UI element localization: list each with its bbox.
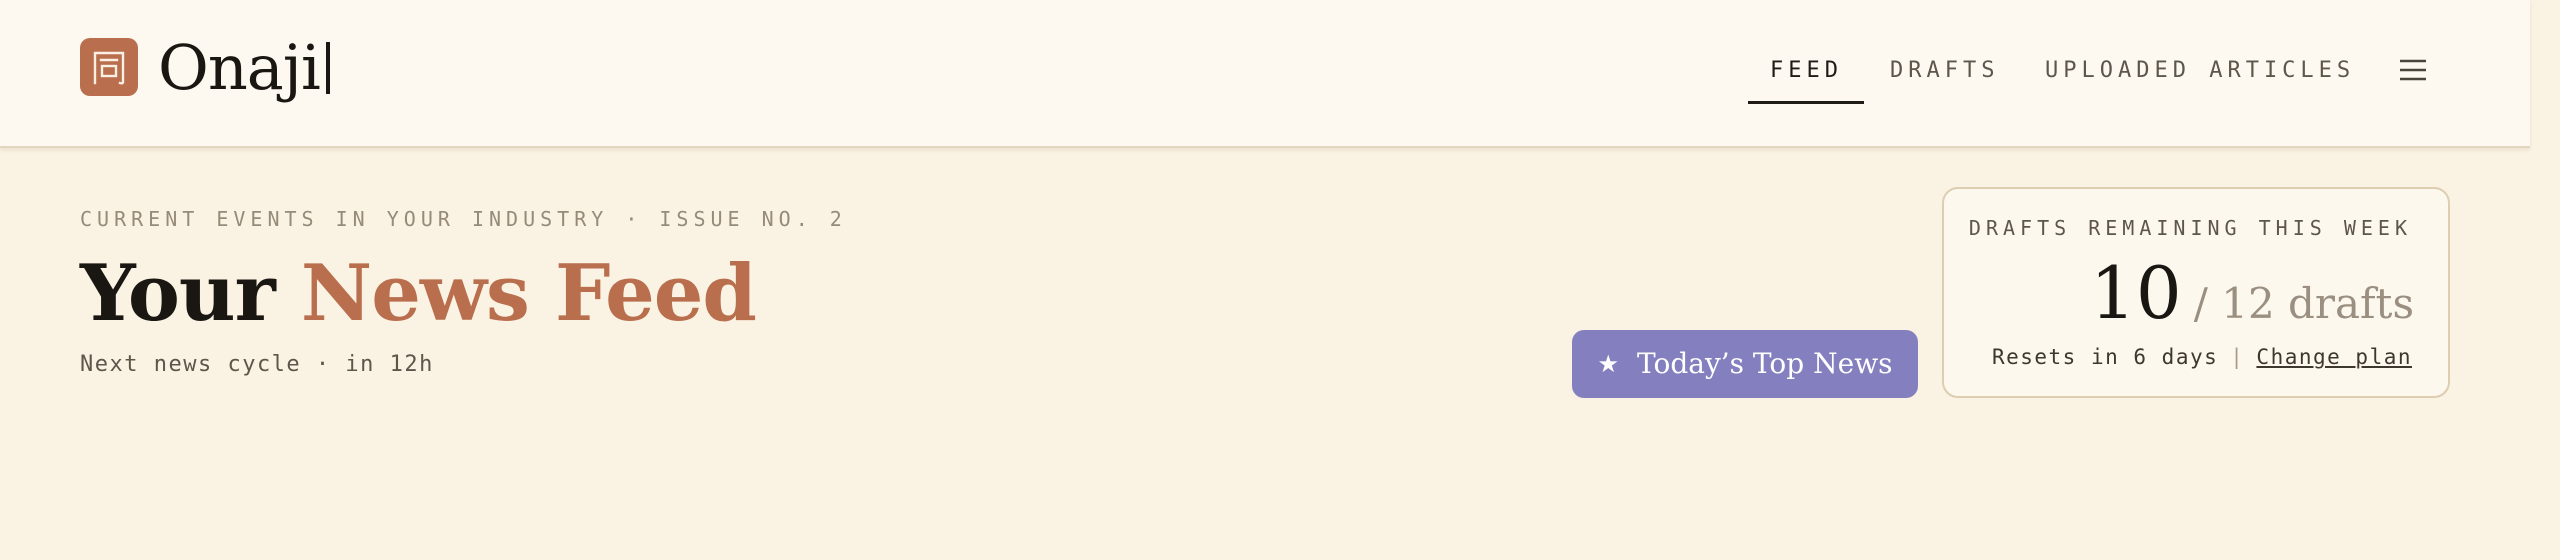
logo-icon[interactable] [80, 38, 138, 96]
nav-tab-drafts[interactable]: DRAFTS [1890, 56, 1999, 86]
star-icon: ★ [1597, 350, 1619, 378]
drafts-total: / 12 drafts [2193, 279, 2414, 328]
footer-separator: | [2230, 345, 2245, 369]
hamburger-menu-icon [2400, 59, 2426, 81]
next-cycle-text: Next news cycle · in 12h [80, 352, 434, 377]
nav-tab-feed[interactable]: FEED [1770, 56, 1843, 86]
issue-eyebrow: CURRENT EVENTS IN YOUR INDUSTRY · ISSUE … [80, 207, 847, 231]
brand-name[interactable]: Onaji [158, 26, 321, 110]
todays-top-news-label: Today’s Top News [1636, 347, 1893, 380]
hamburger-menu-button[interactable] [2396, 50, 2430, 90]
drafts-footer: Resets in 6 days | Change plan [1992, 343, 2412, 371]
change-plan-link[interactable]: Change plan [2256, 343, 2412, 371]
reset-text: Resets in 6 days [1991, 345, 2219, 369]
page-title-accent: News Feed [300, 248, 757, 339]
todays-top-news-button[interactable]: ★ Today’s Top News [1572, 330, 1918, 398]
drafts-caption: DRAFTS REMAINING THIS WEEK [1968, 216, 2412, 240]
nav-active-indicator [1748, 101, 1864, 104]
page-title-plain: Your [80, 248, 276, 339]
page-title: Your News Feed [80, 244, 757, 344]
logo-glyph-icon [93, 51, 125, 85]
drafts-remaining-card: DRAFTS REMAINING THIS WEEK 10 / 12 draft… [1942, 187, 2450, 398]
nav-tab-uploaded-articles[interactable]: UPLOADED ARTICLES [2045, 56, 2355, 86]
drafts-remaining-number: 10 [2090, 251, 2182, 335]
drafts-count: 10 / 12 drafts [2090, 245, 2414, 341]
top-navigation-bar: Onaji FEED DRAFTS UPLOADED ARTICLES [0, 0, 2530, 148]
text-cursor [326, 42, 330, 94]
